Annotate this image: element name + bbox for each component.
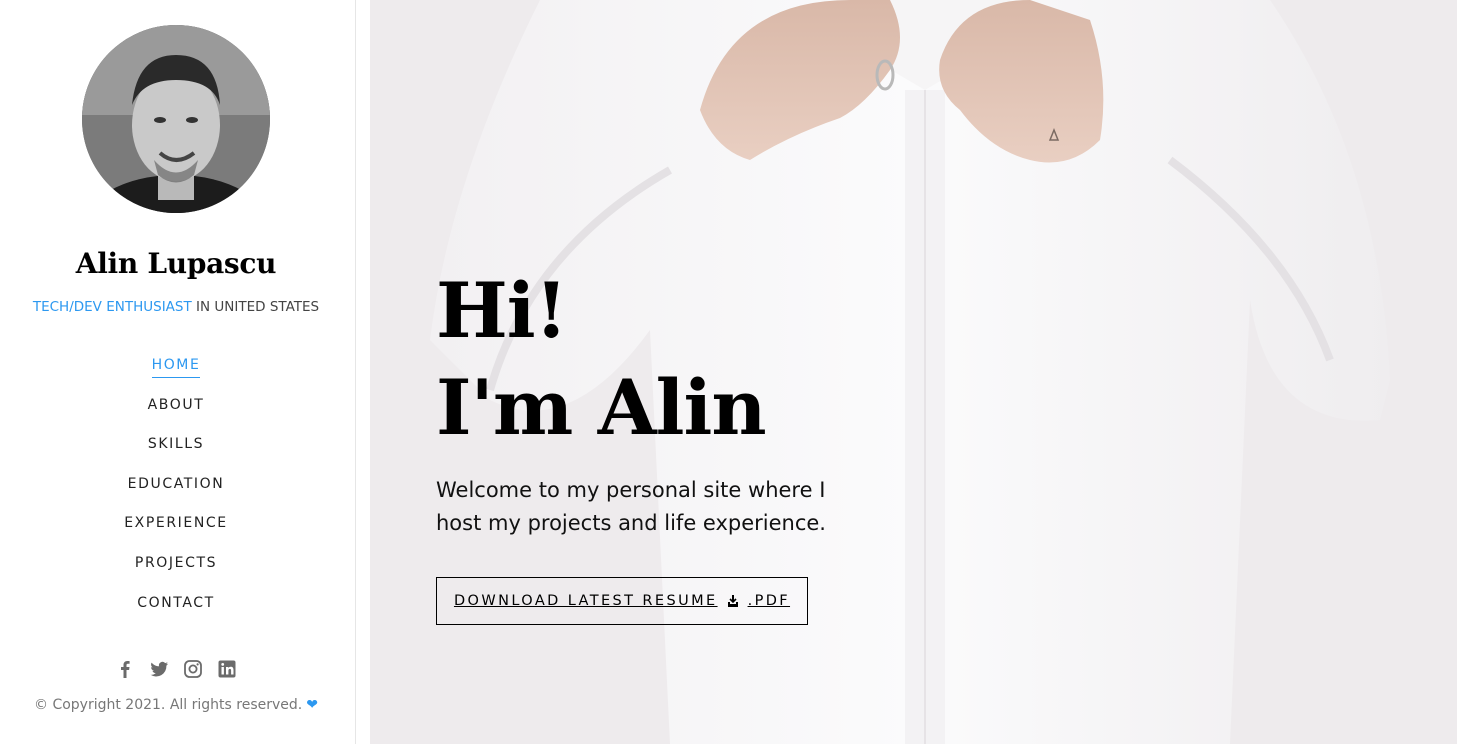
twitter-icon[interactable] bbox=[149, 659, 169, 679]
facebook-icon[interactable] bbox=[115, 659, 135, 679]
hero-heading: Hi! I'm Alin bbox=[436, 262, 767, 456]
heart-icon: ❤ bbox=[306, 697, 318, 713]
hero-heading-line-1: Hi! bbox=[436, 266, 568, 355]
linkedin-icon[interactable] bbox=[217, 659, 237, 679]
social-links bbox=[0, 659, 352, 679]
hero-section: Hi! I'm Alin Welcome to my personal site… bbox=[370, 0, 1457, 744]
profile-tagline: TECH/DEV ENTHUSIAST IN UNITED STATES bbox=[0, 299, 352, 315]
copyright: © Copyright 2021. All rights reserved. ❤ bbox=[0, 697, 352, 713]
sidebar: Alin Lupascu TECH/DEV ENTHUSIAST IN UNIT… bbox=[0, 0, 356, 744]
profile-name: Alin Lupascu bbox=[75, 247, 277, 280]
hero-heading-line-2: I'm Alin bbox=[436, 363, 767, 452]
avatar[interactable] bbox=[82, 25, 270, 213]
main-nav: HOME ABOUT SKILLS EDUCATION EXPERIENCE P… bbox=[0, 356, 352, 633]
nav-item-home[interactable]: HOME bbox=[151, 356, 201, 378]
nav-item-skills[interactable]: SKILLS bbox=[148, 435, 204, 456]
download-icon bbox=[726, 594, 740, 608]
nav-item-experience[interactable]: EXPERIENCE bbox=[124, 514, 228, 535]
download-resume-button[interactable]: DOWNLOAD LATEST RESUME .PDF bbox=[436, 577, 808, 625]
hero-description: Welcome to my personal site where I host… bbox=[436, 478, 826, 535]
copyright-text: © Copyright 2021. All rights reserved. bbox=[34, 697, 303, 713]
instagram-icon[interactable] bbox=[183, 659, 203, 679]
nav-item-about[interactable]: ABOUT bbox=[148, 396, 205, 417]
avatar-photo bbox=[82, 25, 270, 213]
download-resume-label: DOWNLOAD LATEST RESUME bbox=[453, 593, 718, 609]
download-resume-format: .PDF bbox=[747, 593, 791, 609]
nav-item-projects[interactable]: PROJECTS bbox=[135, 554, 217, 575]
profile-location: IN UNITED STATES bbox=[191, 299, 320, 315]
profile-role: TECH/DEV ENTHUSIAST bbox=[32, 299, 192, 315]
nav-item-contact[interactable]: CONTACT bbox=[137, 594, 215, 615]
nav-item-education[interactable]: EDUCATION bbox=[128, 475, 225, 496]
